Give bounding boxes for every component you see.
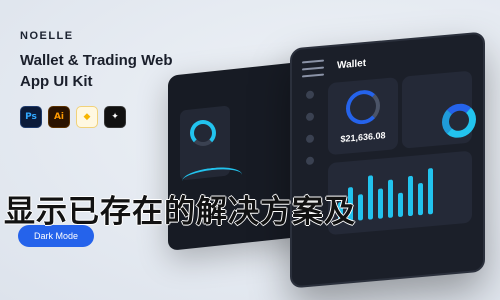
menu-icon[interactable] (302, 59, 324, 78)
nav-dot[interactable] (306, 134, 314, 144)
photoshop-icon: Ps (20, 106, 42, 128)
balance-card[interactable]: $21,636.08 (328, 77, 398, 156)
sketch-icon: ◆ (76, 106, 98, 128)
headline: Wallet & Trading Web App UI Kit (20, 52, 173, 90)
figma-icon: ✦ (104, 106, 126, 128)
balance-ring-chart (346, 88, 380, 126)
illustrator-icon: Ai (48, 106, 70, 128)
screen-title: Wallet (337, 57, 367, 72)
balance-value: $21,636.08 (340, 130, 386, 145)
device-mockup-main: Wallet $21,636.08 (290, 31, 485, 289)
mini-ring-chart (190, 120, 216, 146)
nav-dot[interactable] (306, 112, 314, 122)
sidebar-nav (306, 90, 314, 166)
nav-dot[interactable] (306, 156, 314, 166)
tool-icon-row: Ps Ai ◆ ✦ (20, 106, 126, 128)
overlay-caption: 显示已存在的解决方案及 (4, 194, 356, 230)
nav-dot[interactable] (306, 90, 314, 100)
brand-logo: NOELLE (20, 30, 74, 42)
